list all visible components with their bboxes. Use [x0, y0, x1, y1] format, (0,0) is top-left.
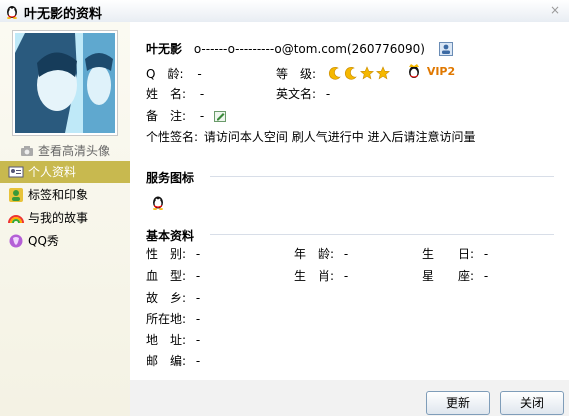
- vip-level-text: VIP2: [426, 65, 456, 78]
- level-label: 等 级:: [276, 67, 317, 81]
- moon-level-icon: [344, 67, 357, 80]
- contact-card-icon[interactable]: [438, 42, 453, 56]
- real-name-label: 姓 名:: [146, 87, 187, 101]
- qq-penguin-icon: [7, 6, 17, 19]
- qq-age-row: Q 龄: -: [146, 65, 202, 82]
- camera-icon: [21, 146, 33, 156]
- age-row: 年 龄: -: [294, 245, 348, 262]
- view-hd-label: 查看高清头像: [38, 144, 111, 158]
- sidebar-item-label: QQ秀: [28, 234, 59, 248]
- signature-row: 个性签名: 请访问本人空间 刷人气进行中 进入后请注意访问量: [146, 128, 476, 145]
- qq-age-label: Q 龄:: [146, 67, 184, 81]
- refresh-button[interactable]: 更新: [426, 391, 490, 415]
- english-name-value: -: [325, 87, 331, 101]
- birthday-label: 生 日:: [422, 247, 475, 261]
- postcode-row: 邮 编: -: [146, 352, 200, 369]
- sidebar-nav: 个人资料 标签和印象 与我的故事 QQ秀: [0, 161, 130, 253]
- title-bar: 叶无影的资料 ×: [0, 0, 569, 23]
- age-label: 年 龄:: [294, 247, 335, 261]
- qq-service-penguin-icon[interactable]: [150, 194, 166, 210]
- blood-type-value: -: [195, 269, 201, 283]
- hometown-row: 故 乡: -: [146, 289, 200, 306]
- footer-bar: 更新 关闭: [130, 383, 569, 416]
- constellation-label: 星 座:: [422, 269, 475, 283]
- hometown-value: -: [195, 291, 201, 305]
- email-qq-number: o------o---------o@tom.com(260776090): [193, 42, 425, 56]
- sidebar-item-qqshow[interactable]: QQ秀: [0, 230, 130, 252]
- note-row: 备 注: -: [146, 107, 227, 124]
- gender-row: 性 别: -: [146, 245, 200, 262]
- level-icons: [328, 66, 392, 81]
- sidebar-item-story[interactable]: 与我的故事: [0, 207, 130, 229]
- birthday-row: 生 日: -: [422, 245, 488, 262]
- zodiac-label: 生 肖:: [294, 269, 335, 283]
- profile-header: 叶无影 o------o---------o@tom.com(260776090…: [146, 40, 453, 57]
- address-label: 地 址:: [146, 333, 187, 347]
- moon-level-icon: [328, 67, 341, 80]
- close-window-button[interactable]: ×: [547, 2, 563, 18]
- sidebar-item-personal-info[interactable]: 个人资料: [0, 161, 130, 183]
- english-name-label: 英文名:: [276, 87, 317, 101]
- avatar[interactable]: [12, 30, 118, 136]
- avatar-image: [15, 33, 115, 133]
- zodiac-value: -: [343, 269, 349, 283]
- constellation-row: 星 座: -: [422, 267, 488, 284]
- sidebar-item-label: 个人资料: [28, 165, 77, 179]
- section-divider: [210, 234, 554, 235]
- zodiac-row: 生 肖: -: [294, 267, 348, 284]
- postcode-value: -: [195, 354, 201, 368]
- english-name-row: 英文名: -: [276, 85, 330, 102]
- blood-type-label: 血 型:: [146, 269, 187, 283]
- location-label: 所在地:: [146, 312, 187, 326]
- sidebar-item-tags[interactable]: 标签和印象: [0, 184, 130, 206]
- section-divider: [210, 176, 554, 177]
- basic-info-title: 基本资料: [146, 229, 195, 243]
- qq-age-value: -: [197, 67, 202, 81]
- vip-badge[interactable]: VIP2: [406, 63, 455, 79]
- location-value: -: [195, 312, 201, 326]
- edit-note-icon[interactable]: [214, 110, 227, 123]
- age-value: -: [343, 247, 349, 261]
- star-level-icon: [375, 66, 390, 80]
- qqshow-icon: [9, 234, 23, 248]
- level-row: 等 级:: [276, 65, 392, 82]
- hometown-label: 故 乡:: [146, 291, 187, 305]
- star-level-icon: [359, 66, 374, 80]
- real-name-value: -: [199, 87, 205, 101]
- birthday-value: -: [483, 247, 489, 261]
- nickname: 叶无影: [146, 42, 183, 56]
- id-card-icon: [8, 166, 24, 178]
- window-title: 叶无影的资料: [24, 7, 103, 22]
- tag-user-icon: [9, 188, 23, 202]
- constellation-value: -: [483, 269, 489, 283]
- profile-panel: 叶无影 o------o---------o@tom.com(260776090…: [130, 22, 569, 380]
- sidebar: 查看高清头像 个人资料 标签和印象 与我的故事 QQ秀: [0, 22, 130, 416]
- rainbow-icon: [8, 215, 24, 224]
- location-row: 所在地: -: [146, 310, 200, 327]
- signature-value: 请访问本人空间 刷人气进行中 进入后请注意访问量: [203, 130, 476, 144]
- sidebar-item-label: 与我的故事: [28, 211, 89, 225]
- vip-penguin-icon: [409, 64, 419, 78]
- address-row: 地 址: -: [146, 331, 200, 348]
- sidebar-item-label: 标签和印象: [28, 188, 89, 202]
- real-name-row: 姓 名: -: [146, 85, 204, 102]
- avatar-portrait-icon: [15, 33, 115, 133]
- note-label: 备 注:: [146, 109, 187, 123]
- close-button[interactable]: 关闭: [500, 391, 564, 415]
- gender-value: -: [195, 247, 201, 261]
- service-icons-title: 服务图标: [146, 171, 195, 185]
- view-hd-avatar-link[interactable]: 查看高清头像: [20, 142, 110, 159]
- signature-label: 个性签名:: [146, 130, 199, 144]
- postcode-label: 邮 编:: [146, 354, 187, 368]
- address-value: -: [195, 333, 201, 347]
- note-value: -: [199, 109, 205, 123]
- gender-label: 性 别:: [146, 247, 187, 261]
- blood-type-row: 血 型: -: [146, 267, 200, 284]
